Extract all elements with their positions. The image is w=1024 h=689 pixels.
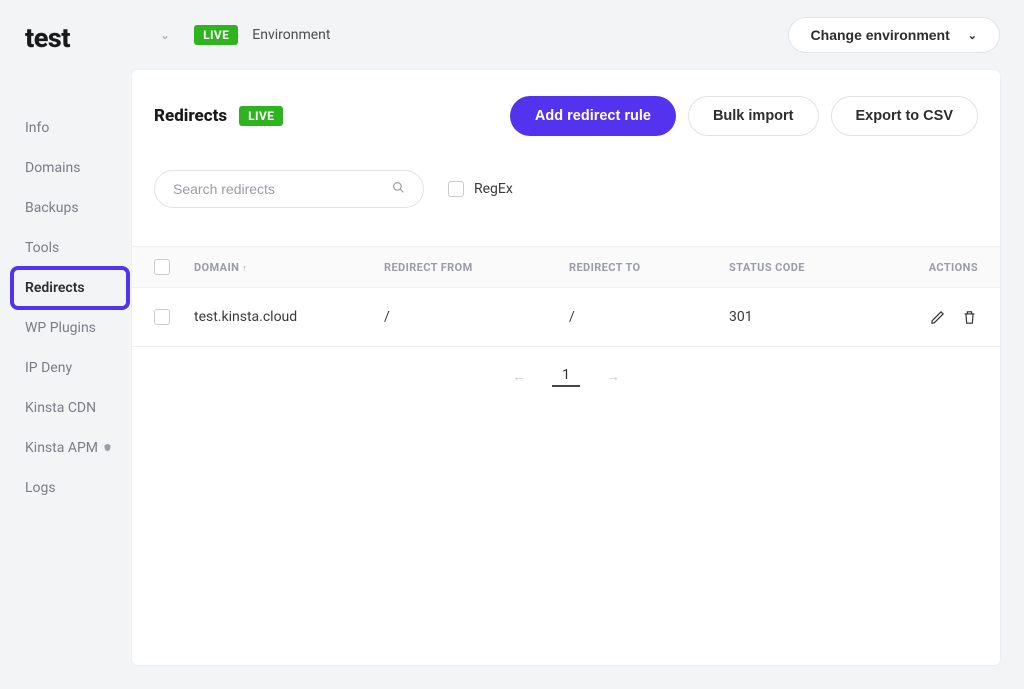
- col-actions-header: ACTIONS: [894, 261, 978, 274]
- sidebar-item-label: Logs: [25, 480, 56, 496]
- col-status-header[interactable]: STATUS CODE: [729, 261, 894, 274]
- sidebar-item-domains[interactable]: Domains: [0, 148, 132, 188]
- sidebar-item-label: Backups: [25, 200, 79, 216]
- add-redirect-button[interactable]: Add redirect rule: [510, 96, 676, 136]
- sidebar-item-label: Kinsta CDN: [25, 400, 96, 416]
- page-prev[interactable]: ←: [512, 368, 526, 385]
- sidebar-nav: Info Domains Backups Tools Redirects WP …: [0, 108, 132, 508]
- chevron-down-icon: ⌄: [968, 29, 977, 42]
- change-environment-label: Change environment: [811, 27, 950, 43]
- page-title-badge: LIVE: [239, 106, 283, 126]
- sidebar-item-wp-plugins[interactable]: WP Plugins: [0, 308, 132, 348]
- change-environment-button[interactable]: Change environment ⌄: [788, 17, 1000, 53]
- bulk-import-button[interactable]: Bulk import: [688, 96, 819, 136]
- export-csv-button[interactable]: Export to CSV: [831, 96, 978, 136]
- page-current: 1: [562, 367, 570, 383]
- col-from-header[interactable]: REDIRECT FROM: [384, 261, 569, 274]
- table-body: test.kinsta.cloud / / 301: [132, 288, 1000, 347]
- site-name: test: [0, 22, 132, 54]
- sidebar-item-tools[interactable]: Tools: [0, 228, 132, 268]
- sidebar-item-logs[interactable]: Logs: [0, 468, 132, 508]
- search-icon: [392, 181, 405, 198]
- regex-filter: RegEx: [448, 181, 513, 197]
- edit-icon[interactable]: [928, 308, 946, 326]
- col-domain-label: DOMAIN: [194, 261, 239, 274]
- sidebar-item-label: Info: [25, 120, 49, 136]
- sidebar-item-kinsta-apm[interactable]: Kinsta APM: [0, 428, 132, 468]
- breadcrumb-toggle[interactable]: ⌄: [150, 24, 180, 46]
- sidebar-item-label: Tools: [25, 240, 59, 256]
- cell-redirect-to: /: [569, 309, 729, 325]
- main-card: Redirects LIVE Add redirect rule Bulk im…: [132, 70, 1000, 665]
- page-current-wrap: 1: [552, 365, 580, 387]
- col-to-header[interactable]: REDIRECT TO: [569, 261, 729, 274]
- table-row: test.kinsta.cloud / / 301: [132, 288, 1000, 347]
- cell-status-code: 301: [729, 309, 894, 325]
- env-badge: LIVE: [194, 25, 238, 45]
- search-input[interactable]: [173, 181, 392, 197]
- lock-icon: [103, 440, 112, 456]
- cell-redirect-from: /: [384, 309, 569, 325]
- sidebar-item-redirects[interactable]: Redirects: [0, 268, 132, 308]
- page-next[interactable]: →: [606, 368, 620, 385]
- sidebar-item-kinsta-cdn[interactable]: Kinsta CDN: [0, 388, 132, 428]
- env-label: Environment: [252, 27, 330, 43]
- sidebar-item-label: Kinsta APM: [25, 440, 98, 456]
- cell-domain: test.kinsta.cloud: [194, 309, 384, 325]
- sidebar-item-ip-deny[interactable]: IP Deny: [0, 348, 132, 388]
- card-header: Redirects LIVE Add redirect rule Bulk im…: [132, 70, 1000, 148]
- regex-checkbox[interactable]: [448, 181, 464, 197]
- select-all-checkbox[interactable]: [154, 259, 170, 275]
- pagination: ← 1 →: [132, 347, 1000, 405]
- regex-label: RegEx: [474, 181, 513, 197]
- search-wrap: [154, 170, 424, 208]
- sidebar-item-label: Domains: [25, 160, 80, 176]
- sidebar-item-backups[interactable]: Backups: [0, 188, 132, 228]
- table-header: DOMAIN↑ REDIRECT FROM REDIRECT TO STATUS…: [132, 246, 1000, 288]
- sidebar-item-label: WP Plugins: [25, 320, 96, 336]
- sidebar-item-label: Redirects: [25, 280, 85, 296]
- page-title: Redirects: [154, 106, 227, 126]
- sidebar-item-label: IP Deny: [25, 360, 72, 376]
- delete-icon[interactable]: [960, 308, 978, 326]
- topbar: ⌄ LIVE Environment Change environment ⌄: [132, 0, 1024, 70]
- col-domain-header[interactable]: DOMAIN↑: [194, 261, 384, 274]
- sort-asc-icon: ↑: [242, 264, 247, 274]
- sidebar: test Info Domains Backups Tools Redirect…: [0, 0, 132, 689]
- sidebar-item-info[interactable]: Info: [0, 108, 132, 148]
- filter-controls: RegEx: [132, 148, 1000, 246]
- row-checkbox[interactable]: [154, 309, 170, 325]
